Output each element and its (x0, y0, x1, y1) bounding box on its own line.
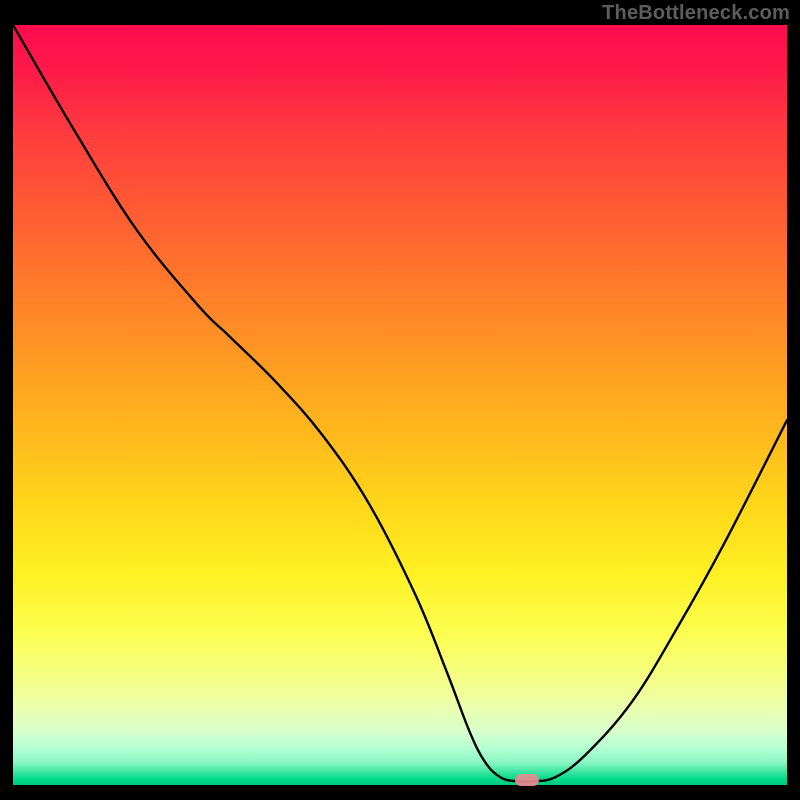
watermark-text: TheBottleneck.com (602, 2, 790, 25)
plot-area (13, 25, 787, 785)
optimal-marker (515, 774, 539, 786)
curve-path (13, 25, 787, 782)
chart-frame: TheBottleneck.com (0, 0, 800, 800)
bottleneck-curve (13, 25, 787, 785)
